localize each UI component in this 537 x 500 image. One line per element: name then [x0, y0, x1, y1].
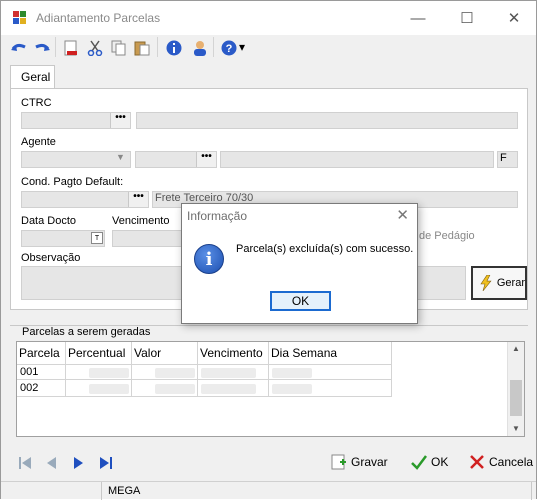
- title-bar: Adiantamento Parcelas — ☐ ✕: [1, 1, 536, 35]
- valor-cell: [132, 365, 198, 381]
- next-record-icon[interactable]: [71, 456, 87, 470]
- grid-scrollbar[interactable]: ▲ ▼: [507, 342, 524, 436]
- dia-semana-cell: [269, 365, 392, 381]
- help-dropdown-arrow[interactable]: ▾: [239, 40, 245, 54]
- parcela-cell: 001: [17, 365, 66, 381]
- status-bar: MEGA: [1, 481, 536, 500]
- percentual-cell: [66, 365, 132, 381]
- column-header-percentual[interactable]: Percentual: [66, 342, 132, 364]
- valor-cell: [132, 381, 198, 397]
- vencimento-input[interactable]: [112, 230, 184, 247]
- undo-icon[interactable]: [10, 39, 28, 57]
- ok-button[interactable]: OK: [411, 452, 448, 472]
- gerar-button[interactable]: Gerar: [471, 266, 527, 300]
- agente-type-field: F: [497, 151, 518, 168]
- delete-document-icon[interactable]: [62, 39, 80, 57]
- window-title: Adiantamento Parcelas: [36, 11, 161, 25]
- toolbar-separator: [213, 37, 214, 57]
- status-user: MEGA: [102, 482, 532, 500]
- app-icon: [13, 11, 27, 25]
- ctrc-description-field: [136, 112, 518, 129]
- info-icon[interactable]: [165, 39, 183, 57]
- close-button[interactable]: ✕: [491, 1, 537, 35]
- cut-icon[interactable]: [86, 39, 104, 57]
- vencimento-cell: [198, 365, 269, 381]
- agente-lookup-button[interactable]: •••: [196, 152, 216, 167]
- column-header-dia-semana[interactable]: Dia Semana: [269, 342, 392, 364]
- cancela-label: Cancela: [489, 455, 534, 469]
- scroll-up-arrow[interactable]: ▲: [512, 344, 520, 353]
- help-icon[interactable]: ?: [220, 39, 238, 57]
- data-docto-label: Data Docto: [21, 215, 77, 227]
- dialog-close-icon[interactable]: ✕: [396, 206, 409, 224]
- ok-label: OK: [431, 455, 449, 469]
- calendar-icon[interactable]: T: [91, 232, 103, 244]
- dialog-message: Parcela(s) excluída(s) com sucesso.: [236, 243, 414, 255]
- observacao-label: Observação: [21, 252, 81, 264]
- first-record-icon[interactable]: [17, 456, 33, 470]
- parcelas-grid[interactable]: Parcela Percentual Valor Vencimento Dia …: [16, 341, 525, 437]
- dialog-ok-button[interactable]: OK: [270, 291, 331, 311]
- pedagio-label: de Pedágio: [419, 230, 475, 242]
- svg-text:?: ?: [226, 43, 233, 55]
- cond-pagto-lookup-button[interactable]: •••: [128, 192, 148, 207]
- column-header-parcela[interactable]: Parcela: [17, 342, 66, 364]
- tab-geral[interactable]: Geral: [10, 65, 55, 89]
- vencimento-cell: [198, 381, 269, 397]
- save-icon: [331, 454, 346, 470]
- table-row[interactable]: 001: [17, 364, 392, 381]
- chevron-down-icon[interactable]: ▼: [116, 152, 125, 162]
- column-header-valor[interactable]: Valor: [132, 342, 198, 364]
- gravar-button[interactable]: Gravar: [331, 452, 388, 472]
- gerar-label: Gerar: [496, 277, 525, 289]
- table-row[interactable]: 002: [17, 381, 392, 397]
- dialog-title: Informação: [187, 209, 248, 223]
- information-icon: i: [194, 244, 224, 274]
- ctrc-label: CTRC: [21, 97, 52, 109]
- status-cell-empty: [1, 482, 102, 500]
- previous-record-icon[interactable]: [43, 456, 59, 470]
- info-dialog: Informação ✕ i Parcela(s) excluída(s) co…: [181, 203, 418, 324]
- minimize-button[interactable]: —: [395, 1, 441, 35]
- ctrc-lookup-button[interactable]: •••: [110, 113, 130, 128]
- gravar-label: Gravar: [351, 455, 388, 469]
- dialog-body: i Parcela(s) excluída(s) com sucesso. OK: [182, 230, 417, 323]
- redo-icon[interactable]: [33, 39, 51, 57]
- scroll-thumb[interactable]: [510, 380, 522, 416]
- maximize-button[interactable]: ☐: [444, 1, 490, 35]
- toolbar-separator: [55, 37, 56, 57]
- cond-pagto-label: Cond. Pagto Default:: [21, 176, 124, 188]
- parcela-cell: 002: [17, 381, 66, 397]
- cancel-icon: [470, 455, 484, 469]
- dia-semana-cell: [269, 381, 392, 397]
- user-icon[interactable]: [191, 39, 209, 57]
- vencimento-label: Vencimento: [112, 215, 170, 227]
- paste-icon[interactable]: [133, 39, 151, 57]
- cancela-button[interactable]: Cancela: [469, 452, 533, 472]
- percentual-cell: [66, 381, 132, 397]
- agente-label: Agente: [21, 136, 56, 148]
- agente-name-field: [220, 151, 494, 168]
- copy-icon[interactable]: [110, 39, 128, 57]
- scroll-down-arrow[interactable]: ▼: [512, 424, 520, 433]
- parcelas-section-label: Parcelas a serem geradas: [19, 326, 154, 338]
- check-icon: [411, 455, 427, 470]
- agente-select[interactable]: [21, 151, 131, 168]
- toolbar-separator: [157, 37, 158, 57]
- lightning-icon: [480, 275, 492, 291]
- last-record-icon[interactable]: [98, 456, 114, 470]
- column-header-vencimento[interactable]: Vencimento: [198, 342, 269, 364]
- toolbar: [1, 35, 536, 61]
